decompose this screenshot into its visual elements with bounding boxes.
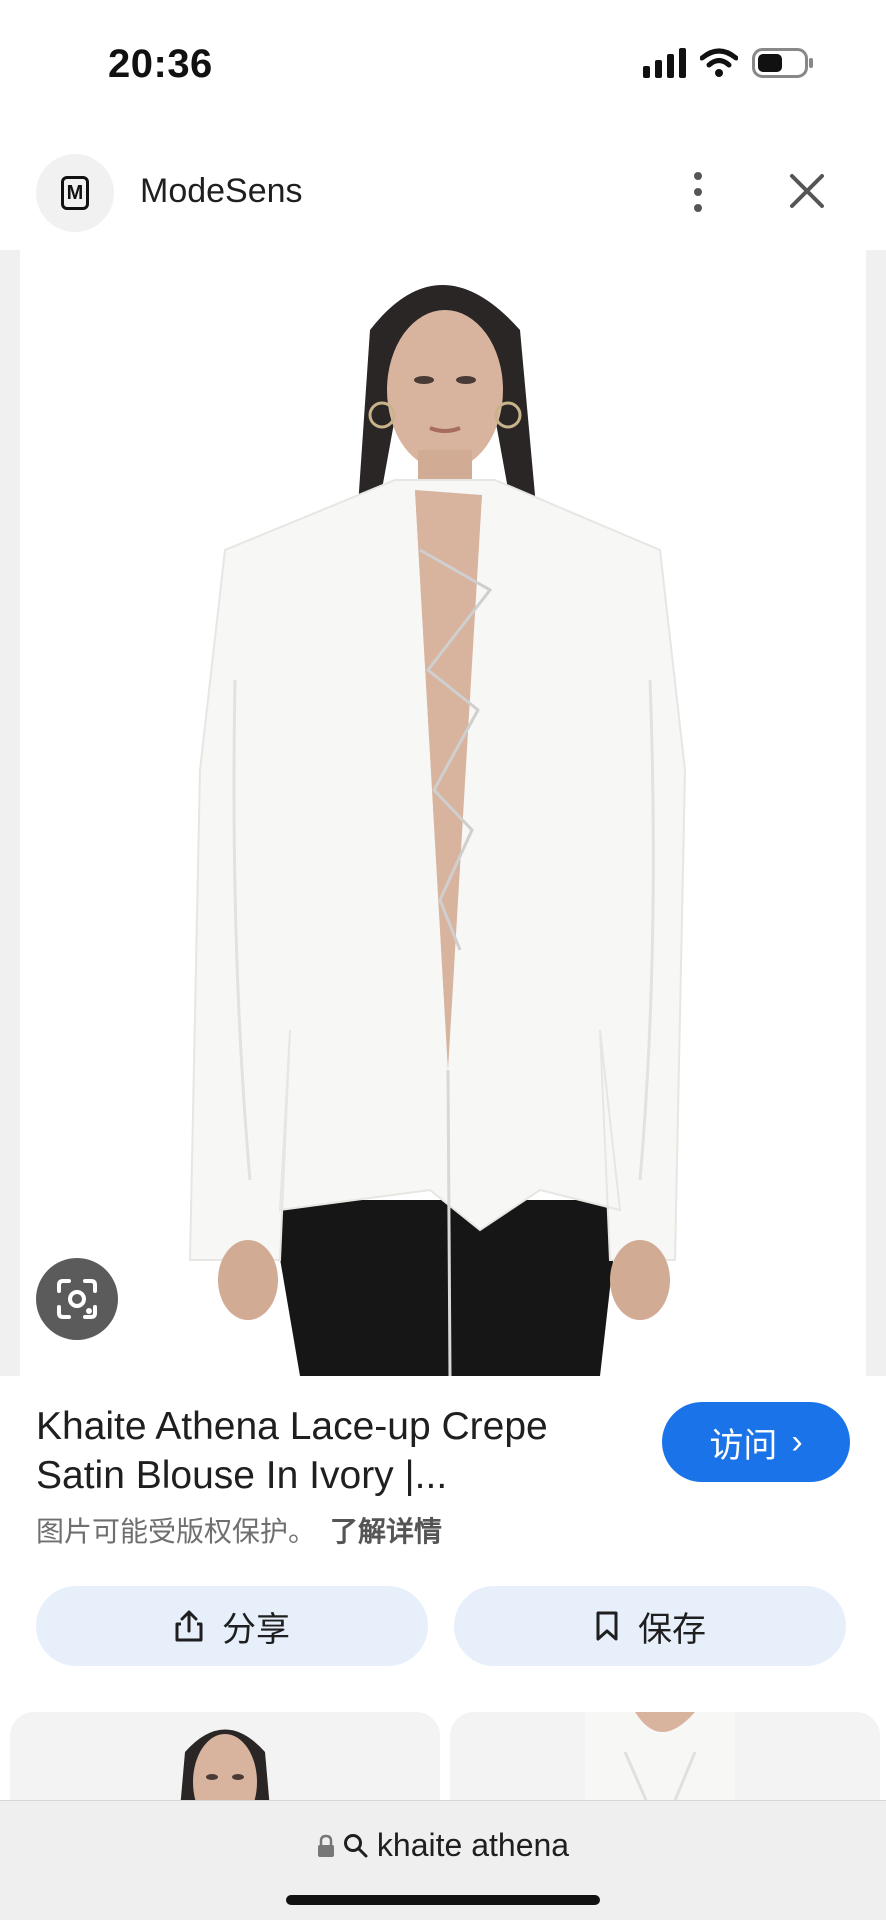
share-icon: [175, 1610, 203, 1642]
url-text: khaite athena: [376, 1827, 570, 1863]
screen: 20:36 M ModeSens Khaite Athena Lace-up C…: [0, 0, 886, 1920]
visit-label: 访问: [709, 1426, 778, 1465]
visit-button[interactable]: 访问 ›: [662, 1402, 850, 1482]
copyright-text: 图片可能受版权保护。: [36, 1516, 317, 1547]
site-name: ModeSens: [140, 172, 303, 210]
image-area: [0, 250, 886, 1376]
search-icon: [343, 1833, 368, 1857]
learn-more-link[interactable]: 了解详情: [330, 1510, 442, 1550]
status-icons: [643, 48, 814, 78]
save-button[interactable]: 保存: [454, 1586, 846, 1666]
save-label: 保存: [638, 1610, 706, 1649]
more-vert-icon[interactable]: [678, 162, 718, 222]
status-bar: 20:36: [0, 0, 886, 130]
bookmark-icon: [596, 1611, 618, 1641]
product-image[interactable]: [20, 250, 866, 1376]
product-image-illustration: [188, 285, 687, 1376]
url-field[interactable]: khaite athena: [0, 1827, 886, 1864]
signal-icon: [643, 48, 686, 78]
wifi-icon: [700, 48, 738, 77]
share-label: 分享: [222, 1610, 290, 1649]
google-lens-icon[interactable]: [36, 1258, 118, 1340]
copyright-notice: 图片可能受版权保护。 了解详情: [36, 1510, 442, 1550]
share-button[interactable]: 分享: [36, 1586, 428, 1666]
close-icon[interactable]: [780, 164, 834, 218]
product-title[interactable]: Khaite Athena Lace-up Crepe Satin Blouse…: [36, 1402, 636, 1500]
status-time: 20:36: [108, 42, 213, 86]
chevron-right-icon: ›: [791, 1422, 803, 1461]
bottom-address-bar: khaite athena: [0, 1800, 886, 1920]
lock-icon: [317, 1834, 334, 1857]
battery-icon: [752, 48, 813, 78]
site-header: M ModeSens: [0, 150, 886, 234]
logo-letter: M: [61, 176, 89, 210]
home-indicator[interactable]: [286, 1895, 600, 1905]
site-logo[interactable]: M: [36, 154, 114, 232]
